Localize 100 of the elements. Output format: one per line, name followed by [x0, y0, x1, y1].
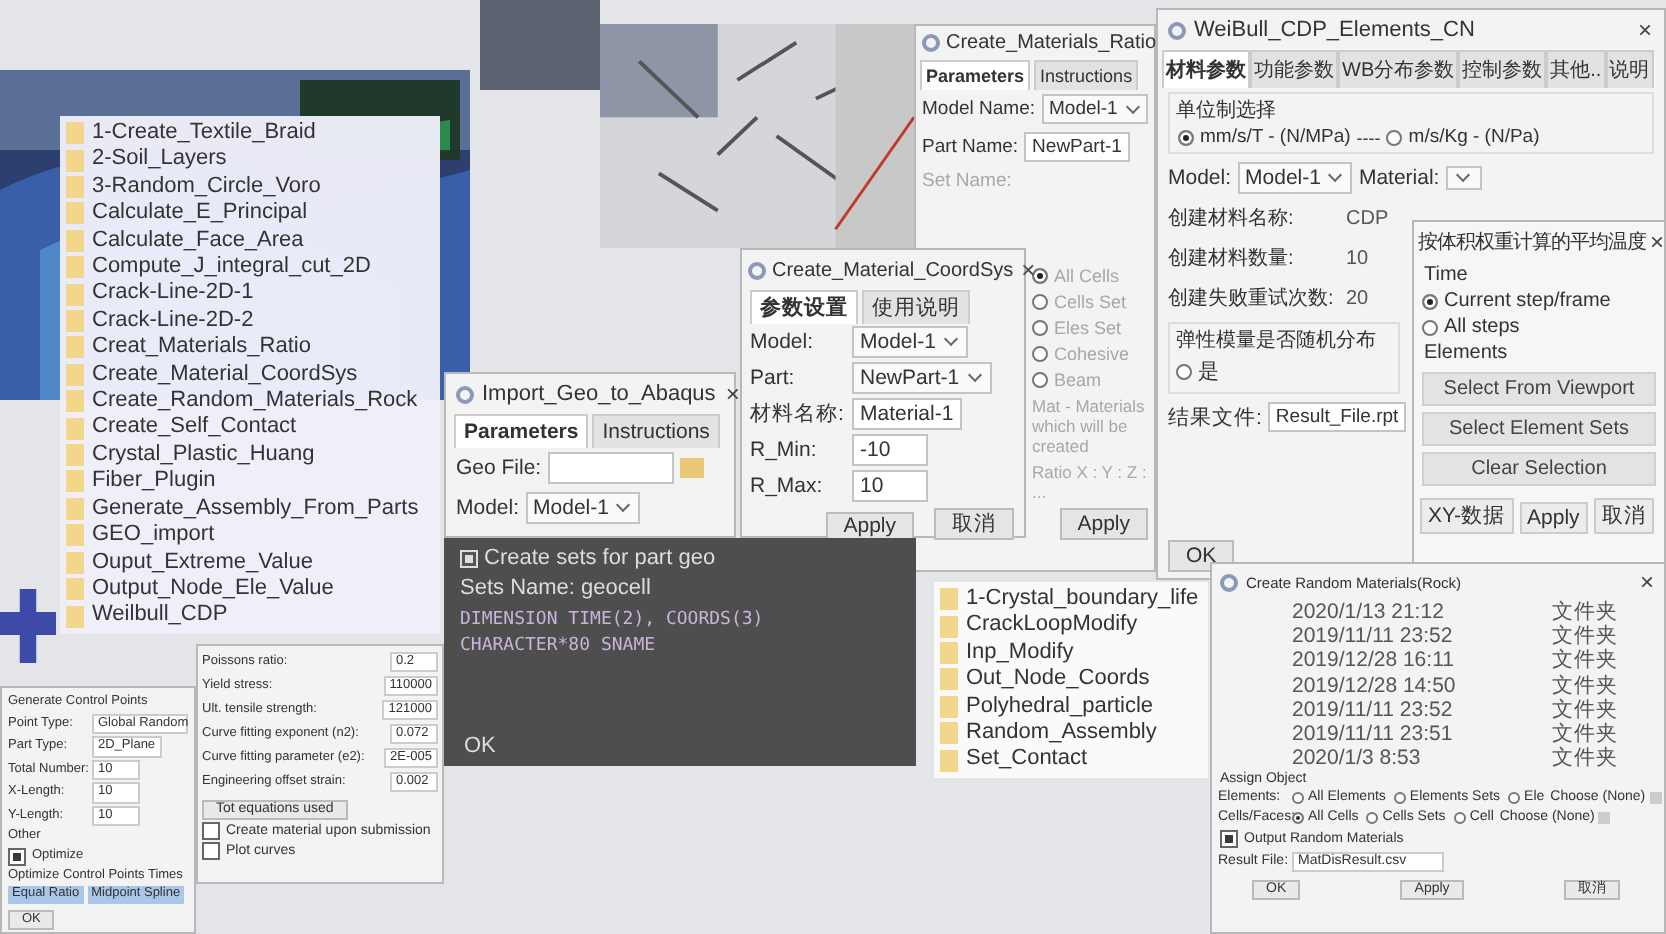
- folder-item[interactable]: Create_Material_CoordSys: [66, 361, 434, 389]
- radio-button[interactable]: [1292, 812, 1304, 825]
- type-text: 文件夹: [1552, 746, 1618, 771]
- close-button[interactable]: ×: [723, 380, 742, 408]
- folder-item[interactable]: Fiber_Plugin: [66, 468, 434, 496]
- folder-item[interactable]: Output_Node_Ele_Value: [66, 575, 434, 603]
- window-title: 按体积权重计算的平均温度: [1418, 229, 1646, 256]
- folder-item[interactable]: GEO_import: [66, 522, 434, 549]
- field-label: 结果文件:: [1168, 403, 1262, 431]
- tab[interactable]: WB分布参数: [1338, 50, 1459, 88]
- dialog-button[interactable]: Select From Viewport: [1422, 372, 1656, 406]
- folder-item[interactable]: 2-Soil_Layers: [66, 146, 434, 174]
- folder-item[interactable]: 3-Random_Circle_Voro: [66, 173, 434, 201]
- dialog-button[interactable]: Clear Selection: [1422, 452, 1656, 486]
- input-field[interactable]: -10: [852, 434, 928, 466]
- type-text: 文件夹: [1552, 624, 1618, 649]
- folder-item[interactable]: Creat_Materials_Ratio: [66, 334, 434, 362]
- radio-button[interactable]: [1292, 792, 1304, 805]
- dialog-button[interactable]: 取消: [1593, 498, 1654, 534]
- dialog-button[interactable]: 取消: [934, 508, 1014, 540]
- hint-text: Mat - Materials which will be created: [1032, 396, 1147, 456]
- option-label: All steps: [1444, 316, 1520, 338]
- tab[interactable]: Instructions: [1034, 60, 1139, 90]
- option-label: m/s/Kg - (N/Pa): [1408, 126, 1540, 148]
- folder-item[interactable]: Calculate_Face_Area: [66, 227, 434, 255]
- folder-item[interactable]: Crack-Line-2D-1: [66, 280, 434, 308]
- folder-item[interactable]: Crack-Line-2D-2: [66, 307, 434, 335]
- folder-item[interactable]: Inp_Modify: [940, 639, 1202, 667]
- window-title: Create_Materials_Ratio: [946, 32, 1157, 54]
- radio-button[interactable]: [1032, 372, 1048, 388]
- input-field[interactable]: NewPart-1: [1024, 132, 1130, 162]
- folder-item[interactable]: Generate_Assembly_From_Parts: [66, 495, 434, 523]
- select-field[interactable]: Model-1: [1237, 162, 1353, 194]
- radio-button[interactable]: [1032, 346, 1048, 362]
- folder-item[interactable]: CrackLoopModify: [940, 612, 1202, 640]
- folder-item[interactable]: Create_Random_Materials_Rock: [66, 388, 434, 415]
- close-button[interactable]: ×: [1648, 228, 1666, 256]
- radio-button[interactable]: [1386, 129, 1403, 145]
- tab[interactable]: 说明: [1605, 50, 1654, 88]
- input-field[interactable]: 10: [852, 470, 928, 502]
- tab[interactable]: 材料参数: [1162, 50, 1250, 88]
- type-text: 文件夹: [1552, 697, 1618, 722]
- folder-item[interactable]: Random_Assembly: [940, 720, 1202, 747]
- folder-item[interactable]: Calculate_E_Principal: [66, 200, 434, 228]
- folder-item[interactable]: Set_Contact: [940, 746, 1202, 774]
- folder-item[interactable]: 1-Crystal_boundary_life: [940, 586, 1202, 613]
- field-label: Geo File:: [456, 456, 542, 480]
- dialog-button[interactable]: XY-数据: [1420, 498, 1514, 534]
- select-field[interactable]: NewPart-1: [852, 362, 992, 394]
- radio-button[interactable]: [1393, 792, 1406, 805]
- window-title: WeiBull_CDP_Elements_CN: [1194, 18, 1477, 42]
- tab[interactable]: 控制参数: [1458, 50, 1547, 88]
- folder-item[interactable]: Ouput_Extreme_Value: [66, 549, 434, 576]
- input-field[interactable]: Result_File.rpt: [1267, 402, 1407, 432]
- hint-text: Ratio X : Y : Z : ...: [1032, 462, 1148, 502]
- select-field[interactable]: Model-1: [1041, 94, 1148, 124]
- close-button[interactable]: ×: [1019, 256, 1038, 284]
- folder-item[interactable]: Weilbull_CDP: [66, 602, 434, 630]
- folder-item[interactable]: Polyhedral_particle: [940, 693, 1202, 721]
- tab[interactable]: 参数设置: [750, 290, 858, 324]
- tab[interactable]: Instructions: [592, 414, 720, 448]
- tab[interactable]: 使用说明: [862, 290, 970, 324]
- tab[interactable]: Parameters: [454, 414, 589, 448]
- window-title: Import_Geo_to_Abaqus: [482, 382, 716, 406]
- tab[interactable]: 其他..: [1546, 50, 1606, 88]
- dialog-button[interactable]: Apply: [1519, 502, 1588, 534]
- cross-logo-icon: [0, 586, 56, 666]
- radio-button[interactable]: [1453, 812, 1466, 825]
- folder-item[interactable]: Crystal_Plastic_Huang: [66, 441, 434, 469]
- select-field[interactable]: Model-1: [525, 492, 641, 524]
- folder-item[interactable]: Out_Node_Coords: [940, 666, 1202, 694]
- date-text: 2019/12/28 16:11: [1292, 648, 1456, 674]
- radio-button[interactable]: [1032, 320, 1048, 336]
- select-field[interactable]: [1445, 166, 1482, 190]
- date-text: 2019/11/11 23:52: [1292, 624, 1455, 649]
- dialog-button[interactable]: Apply: [825, 512, 914, 540]
- radio-button[interactable]: [1032, 294, 1048, 310]
- radio-button[interactable]: [1422, 319, 1438, 335]
- app-icon: [1220, 573, 1238, 591]
- radio-button[interactable]: [1176, 364, 1192, 380]
- group-title: 单位制选择: [1176, 97, 1278, 124]
- radio-button[interactable]: [1366, 812, 1379, 825]
- apply-button[interactable]: Apply: [1059, 508, 1148, 540]
- radio-button[interactable]: [1508, 792, 1521, 805]
- checkbox[interactable]: Create sets for part geo: [460, 546, 900, 570]
- radio-button[interactable]: [1422, 293, 1438, 309]
- close-button[interactable]: ×: [1635, 16, 1654, 44]
- input-field[interactable]: Material-1: [852, 398, 962, 430]
- folder-item[interactable]: Create_Self_Contact: [66, 414, 434, 442]
- folder-item[interactable]: Compute_J_integral_cut_2D: [66, 254, 434, 281]
- ok-button[interactable]: OK: [464, 734, 496, 758]
- close-button[interactable]: ×: [1637, 568, 1656, 596]
- tab[interactable]: Parameters: [920, 60, 1031, 90]
- tab[interactable]: 功能参数: [1250, 50, 1338, 88]
- radio-button[interactable]: [1032, 268, 1048, 284]
- select-field[interactable]: Model-1: [852, 326, 968, 358]
- radio-button[interactable]: [1178, 129, 1194, 145]
- dialog-button[interactable]: Select Element Sets: [1422, 412, 1656, 446]
- type-text: 文件夹: [1552, 648, 1618, 674]
- input-field[interactable]: [547, 452, 674, 484]
